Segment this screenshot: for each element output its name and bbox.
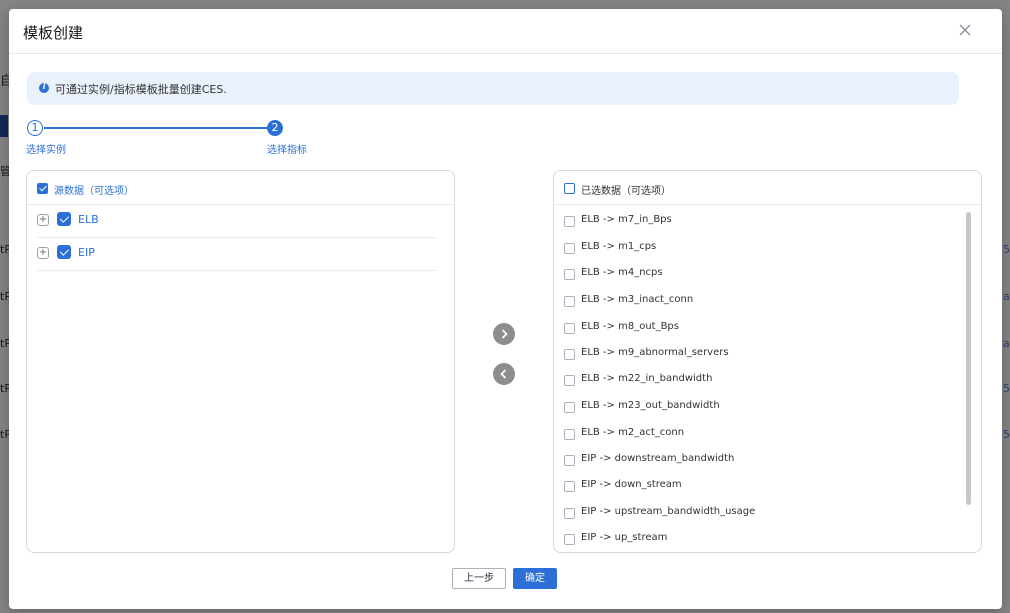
item-checkbox[interactable] — [564, 296, 575, 307]
selected-panel-header: 已选数据（可选项） — [554, 171, 981, 205]
source-panel-title: 源数据（可选项） — [54, 186, 134, 197]
chevron-left-icon[interactable] — [493, 363, 515, 385]
item-checkbox[interactable] — [564, 269, 575, 280]
source-panel: 源数据（可选项） + ELB + EIP — [26, 170, 455, 553]
list-item[interactable]: ELB -> m23_out_bandwidth — [564, 398, 954, 418]
selected-panel-title: 已选数据（可选项） — [581, 186, 671, 197]
step-connector — [44, 127, 267, 129]
item-label[interactable]: ELB -> m1_cps — [581, 241, 656, 252]
item-label[interactable]: EIP -> downstream_bandwidth — [581, 453, 734, 464]
expand-icon[interactable]: + — [37, 247, 49, 259]
item-label[interactable]: ELB -> m7_in_Bps — [581, 214, 672, 225]
list-item[interactable]: ELB -> m3_inact_conn — [564, 292, 954, 312]
dialog-header: 模板创建 — [9, 9, 1002, 54]
list-item[interactable]: EIP -> up_stream — [564, 530, 954, 550]
item-label[interactable]: ELB -> m8_out_Bps — [581, 321, 679, 332]
item-label[interactable]: ELB -> m22_in_bandwidth — [581, 373, 712, 384]
source-select-all-checkbox[interactable] — [37, 183, 48, 194]
selected-list: ELB -> m7_in_Bps ELB -> m1_cps ELB -> m4… — [554, 205, 964, 550]
item-label[interactable]: ELB -> m9_abnormal_servers — [581, 347, 729, 358]
step-2-label: 选择指标 — [267, 145, 307, 156]
item-label[interactable]: EIP -> upstream_bandwidth_usage — [581, 506, 755, 517]
item-checkbox[interactable] — [564, 455, 575, 466]
item-label[interactable]: ELB -> m4_ncps — [581, 267, 663, 278]
info-alert: 可通过实例/指标模板批量创建CES. — [27, 72, 959, 105]
info-text: 可通过实例/指标模板批量创建CES. — [55, 83, 227, 96]
list-item[interactable]: ELB -> m8_out_Bps — [564, 319, 954, 339]
list-item[interactable]: EIP -> down_stream — [564, 477, 954, 497]
tree-label-eip[interactable]: EIP — [78, 246, 95, 259]
source-panel-header: 源数据（可选项） — [27, 171, 454, 205]
list-item[interactable]: ELB -> m9_abnormal_servers — [564, 345, 954, 365]
list-item[interactable]: ELB -> m2_act_conn — [564, 425, 954, 445]
step-1-circle[interactable]: 1 — [27, 120, 43, 136]
tree-node-eip[interactable]: + EIP — [37, 237, 437, 271]
close-icon[interactable] — [954, 19, 976, 41]
step-1-label[interactable]: 选择实例 — [26, 141, 66, 156]
item-label[interactable]: ELB -> m2_act_conn — [581, 427, 684, 438]
list-item[interactable]: ELB -> m1_cps — [564, 239, 954, 259]
template-create-dialog: 模板创建 可通过实例/指标模板批量创建CES. 1 2 选择实例 选择指标 源数… — [9, 9, 1002, 609]
item-checkbox[interactable] — [564, 349, 575, 360]
item-checkbox[interactable] — [564, 243, 575, 254]
step-2-circle: 2 — [267, 120, 283, 136]
item-checkbox[interactable] — [564, 481, 575, 492]
item-checkbox[interactable] — [564, 534, 575, 545]
prev-step-button[interactable]: 上一步 — [452, 568, 506, 589]
list-item[interactable]: ELB -> m7_in_Bps — [564, 212, 954, 232]
confirm-button[interactable]: 确定 — [513, 568, 557, 589]
list-item[interactable]: ELB -> m22_in_bandwidth — [564, 371, 954, 391]
item-checkbox[interactable] — [564, 429, 575, 440]
tree-label-elb[interactable]: ELB — [78, 213, 99, 226]
item-label[interactable]: ELB -> m3_inact_conn — [581, 294, 693, 305]
tree-checkbox-eip[interactable] — [57, 245, 71, 259]
item-label[interactable]: EIP -> up_stream — [581, 532, 667, 543]
item-checkbox[interactable] — [564, 216, 575, 227]
item-checkbox[interactable] — [564, 375, 575, 386]
list-item[interactable]: ELB -> m4_ncps — [564, 265, 954, 285]
tree-checkbox-elb[interactable] — [57, 212, 71, 226]
item-checkbox[interactable] — [564, 323, 575, 334]
expand-icon[interactable]: + — [37, 214, 49, 226]
dialog-title: 模板创建 — [23, 24, 84, 42]
item-label[interactable]: ELB -> m23_out_bandwidth — [581, 400, 720, 411]
chevron-right-icon[interactable] — [493, 323, 515, 345]
item-label[interactable]: EIP -> down_stream — [581, 479, 682, 490]
tree-node-elb[interactable]: + ELB — [37, 204, 437, 238]
list-item[interactable]: EIP -> downstream_bandwidth — [564, 451, 954, 471]
selected-list-scrollbar[interactable] — [966, 212, 971, 505]
info-icon — [39, 82, 49, 93]
item-checkbox[interactable] — [564, 508, 575, 519]
selected-panel: 已选数据（可选项） ELB -> m7_in_Bps ELB -> m1_cps… — [553, 170, 982, 553]
list-item[interactable]: EIP -> upstream_bandwidth_usage — [564, 504, 954, 524]
item-checkbox[interactable] — [564, 402, 575, 413]
selected-select-all-checkbox[interactable] — [564, 183, 575, 194]
